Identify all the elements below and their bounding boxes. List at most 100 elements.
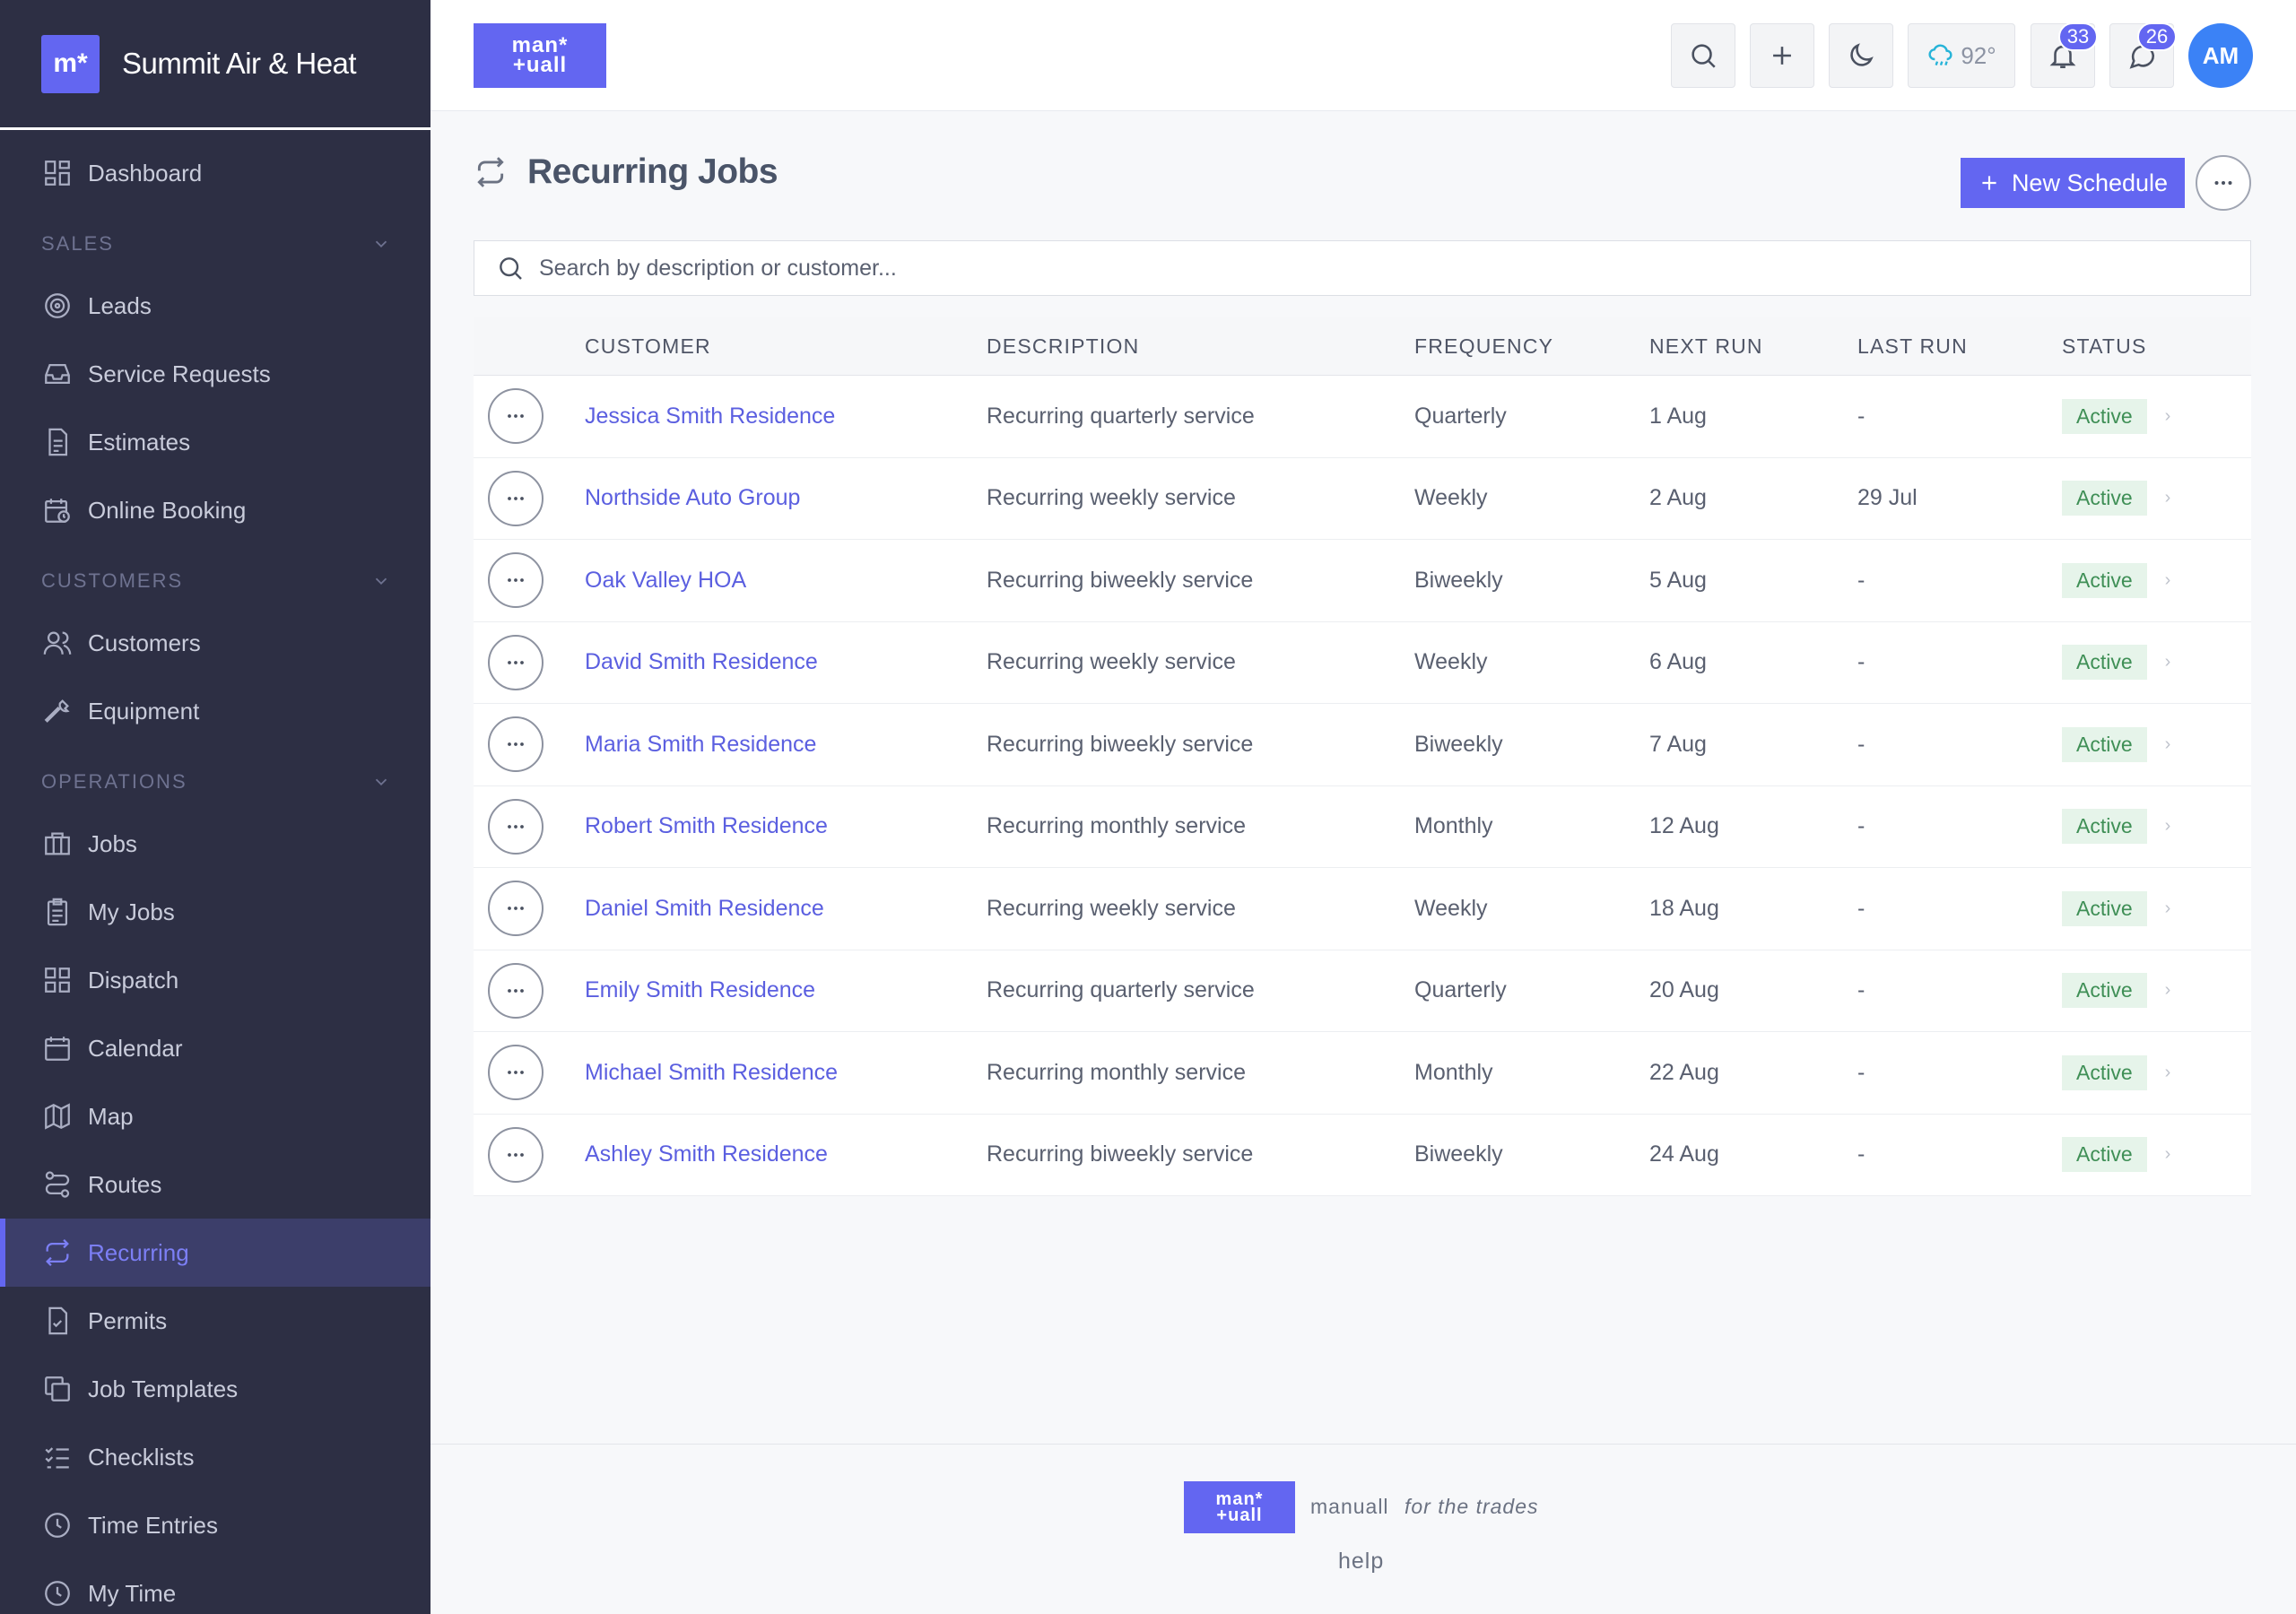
chevron-right-icon: › — [2164, 980, 2171, 1001]
brand[interactable]: m* Summit Air & Heat — [0, 0, 430, 130]
table-row[interactable]: Oak Valley HOA Recurring biweekly servic… — [474, 540, 2251, 622]
ellipsis-icon — [508, 824, 524, 829]
sidebar-item-permits[interactable]: Permits — [0, 1287, 430, 1355]
column-header-status[interactable]: STATUS — [2062, 334, 2241, 359]
sidebar-item-customers[interactable]: Customers — [0, 609, 430, 677]
row-actions-button[interactable] — [488, 881, 544, 937]
last-run-cell: - — [1857, 403, 1866, 429]
ellipsis-icon — [2214, 181, 2232, 185]
sidebar-section-customers[interactable]: CUSTOMERS — [0, 544, 430, 609]
frequency-cell: Quarterly — [1414, 403, 1507, 429]
search-button[interactable] — [1671, 23, 1735, 88]
row-actions-button[interactable] — [488, 552, 544, 609]
customer-link[interactable]: Oak Valley HOA — [585, 568, 746, 593]
sidebar-item-label: Dashboard — [88, 159, 203, 187]
chevron-right-icon: › — [2164, 816, 2171, 837]
app-logo[interactable]: man* +uall — [474, 23, 606, 88]
last-run-cell: 29 Jul — [1857, 485, 1918, 511]
status-badge: Active — [2062, 809, 2147, 845]
column-header-customer[interactable]: CUSTOMER — [585, 334, 987, 359]
more-options-button[interactable] — [2196, 155, 2251, 211]
sidebar-item-service-requests[interactable]: Service Requests — [0, 340, 430, 408]
sidebar-item-my-time[interactable]: My Time — [0, 1559, 430, 1614]
last-run-cell: - — [1857, 731, 1866, 757]
notifications-button[interactable]: 33 — [2031, 22, 2098, 88]
route-icon — [45, 1171, 70, 1198]
customer-link[interactable]: Northside Auto Group — [585, 485, 800, 510]
sidebar-item-dashboard[interactable]: Dashboard — [0, 139, 430, 207]
help-link[interactable]: help — [1338, 1549, 1384, 1575]
row-actions-cell — [474, 552, 585, 609]
row-actions-button[interactable] — [488, 1126, 544, 1183]
user-avatar[interactable]: AM — [2188, 23, 2253, 88]
row-actions-button[interactable] — [488, 634, 544, 690]
last-run-cell: - — [1857, 977, 1866, 1003]
sidebar-section-operations[interactable]: OPERATIONS — [0, 745, 430, 810]
sidebar-item-routes[interactable]: Routes — [0, 1150, 430, 1219]
table-row[interactable]: Daniel Smith Residence Recurring weekly … — [474, 868, 2251, 950]
table-row[interactable]: Michael Smith Residence Recurring monthl… — [474, 1032, 2251, 1115]
sidebar-item-map[interactable]: Map — [0, 1082, 430, 1150]
next-run-cell: 5 Aug — [1649, 567, 1707, 593]
sidebar-item-online-booking[interactable]: Online Booking — [0, 476, 430, 544]
description-cell: Recurring weekly service — [987, 485, 1236, 511]
column-header-next-run[interactable]: NEXT RUN — [1649, 334, 1857, 359]
sidebar-item-time-entries[interactable]: Time Entries — [0, 1491, 430, 1559]
table-row[interactable]: Jessica Smith Residence Recurring quarte… — [474, 376, 2251, 458]
weather-widget[interactable]: 92° — [1908, 23, 2015, 88]
dashboard-icon — [45, 161, 70, 186]
sidebar-section-sales[interactable]: SALES — [0, 207, 430, 272]
row-actions-button[interactable] — [488, 716, 544, 773]
customer-link[interactable]: Emily Smith Residence — [585, 977, 815, 1002]
row-actions-button[interactable] — [488, 388, 544, 445]
customer-link[interactable]: Ashley Smith Residence — [585, 1141, 828, 1167]
customer-link[interactable]: Daniel Smith Residence — [585, 896, 824, 921]
row-actions-button[interactable] — [488, 1045, 544, 1101]
sidebar-item-recurring[interactable]: Recurring — [0, 1219, 430, 1287]
customer-link[interactable]: Michael Smith Residence — [585, 1060, 838, 1085]
column-header-frequency[interactable]: FREQUENCY — [1414, 334, 1649, 359]
table-row[interactable]: Northside Auto Group Recurring weekly se… — [474, 458, 2251, 540]
table-row[interactable]: Ashley Smith Residence Recurring biweekl… — [474, 1115, 2251, 1196]
sidebar-item-leads[interactable]: Leads — [0, 272, 430, 340]
sidebar-item-jobs[interactable]: Jobs — [0, 810, 430, 878]
sidebar-item-equipment[interactable]: Equipment — [0, 677, 430, 745]
sidebar-item-dispatch[interactable]: Dispatch — [0, 946, 430, 1014]
new-schedule-button[interactable]: New Schedule — [1961, 158, 2185, 208]
sidebar-item-estimates[interactable]: Estimates — [0, 408, 430, 476]
sidebar-item-job-templates[interactable]: Job Templates — [0, 1355, 430, 1423]
customer-link[interactable]: Jessica Smith Residence — [585, 404, 835, 429]
target-icon — [45, 293, 70, 318]
sidebar-item-calendar[interactable]: Calendar — [0, 1014, 430, 1082]
add-button[interactable] — [1750, 23, 1814, 88]
footer-logo[interactable]: man* +uall — [1184, 1481, 1295, 1533]
customer-link[interactable]: Maria Smith Residence — [585, 732, 816, 757]
chevron-right-icon: › — [2164, 569, 2171, 590]
description-cell: Recurring biweekly service — [987, 731, 1254, 757]
customer-link[interactable]: David Smith Residence — [585, 649, 818, 674]
table-row[interactable]: Robert Smith Residence Recurring monthly… — [474, 786, 2251, 868]
search-input[interactable] — [539, 255, 2153, 282]
table-row[interactable]: Maria Smith Residence Recurring biweekly… — [474, 704, 2251, 786]
column-header-last-run[interactable]: LAST RUN — [1857, 334, 2062, 359]
chevron-down-icon — [375, 577, 387, 586]
column-header-description[interactable]: DESCRIPTION — [987, 334, 1414, 359]
row-actions-button[interactable] — [488, 470, 544, 526]
row-actions-button[interactable] — [488, 798, 544, 855]
sidebar-item-checklists[interactable]: Checklists — [0, 1423, 430, 1491]
chevron-down-icon — [375, 240, 387, 248]
table-row[interactable]: Emily Smith Residence Recurring quarterl… — [474, 950, 2251, 1032]
sidebar-item-my-jobs[interactable]: My Jobs — [0, 878, 430, 946]
row-actions-button[interactable] — [488, 962, 544, 1019]
sidebar-item-label: Permits — [88, 1306, 168, 1334]
sidebar-item-label: My Jobs — [88, 898, 175, 925]
ellipsis-icon — [508, 988, 524, 993]
sidebar-item-label: Online Booking — [88, 496, 247, 524]
sidebar-item-label: Calendar — [88, 1034, 183, 1062]
status-badge: Active — [2062, 973, 2147, 1009]
theme-toggle-button[interactable] — [1829, 23, 1893, 88]
chevron-right-icon: › — [2164, 488, 2171, 508]
customer-link[interactable]: Robert Smith Residence — [585, 813, 828, 838]
messages-button[interactable]: 26 — [2109, 22, 2177, 88]
table-row[interactable]: David Smith Residence Recurring weekly s… — [474, 622, 2251, 704]
